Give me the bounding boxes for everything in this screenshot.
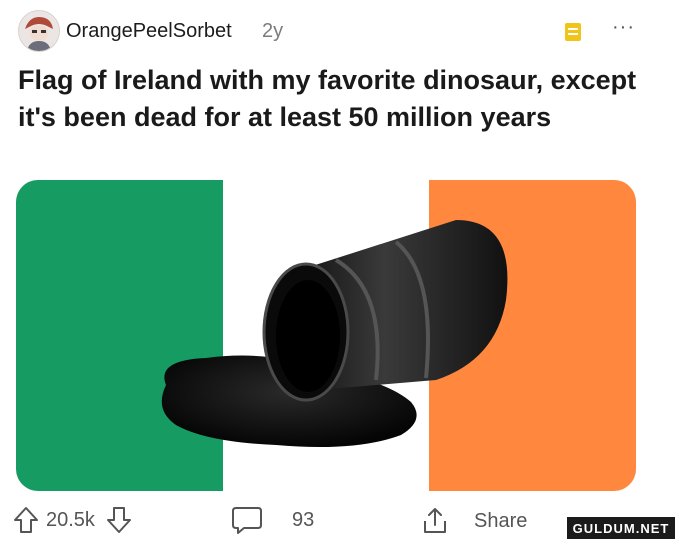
comment-count: 93 xyxy=(292,508,315,531)
oil-barrel-illustration xyxy=(161,220,508,448)
share-icon xyxy=(424,508,446,533)
avatar-icon xyxy=(19,11,59,51)
post-header: OrangePeelSorbet 2y ··· xyxy=(18,10,662,52)
more-options-icon[interactable]: ··· xyxy=(612,16,635,39)
site-watermark: GULDUM.NET xyxy=(566,516,676,540)
post-age: 2y xyxy=(262,20,284,42)
upvote-icon[interactable] xyxy=(12,505,40,535)
post-image[interactable] xyxy=(16,180,636,491)
comment-icon xyxy=(232,507,262,534)
avatar[interactable] xyxy=(18,10,60,52)
downvote-icon[interactable] xyxy=(105,505,133,535)
username-link[interactable]: OrangePeelSorbet xyxy=(66,20,232,43)
vote-control: 20.5k xyxy=(12,505,133,535)
vote-count: 20.5k xyxy=(46,508,95,531)
share-button[interactable]: Share xyxy=(420,505,527,537)
save-icon[interactable] xyxy=(564,22,582,42)
comments-button[interactable]: 93 xyxy=(230,505,314,535)
post-title[interactable]: Flag of Ireland with my favorite dinosau… xyxy=(18,62,658,136)
share-label: Share xyxy=(474,509,528,532)
